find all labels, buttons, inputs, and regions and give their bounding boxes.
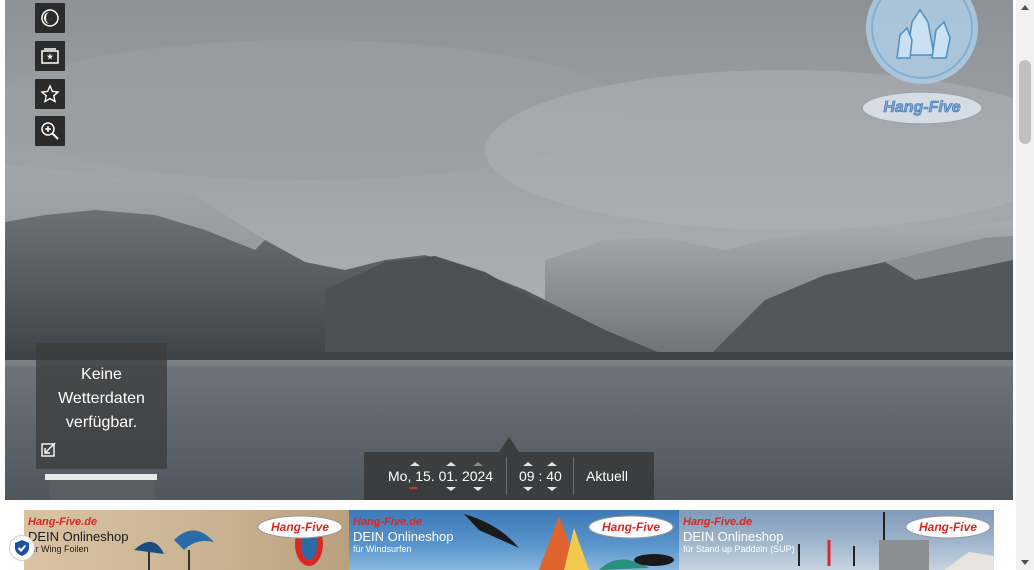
year[interactable]: 2024 <box>458 468 493 484</box>
ad-logo: Hang-Five <box>588 515 674 539</box>
ad-logo-text: Hang-Five <box>271 520 329 534</box>
datetime-notch <box>499 437 519 452</box>
ad-panel-sup[interactable]: Hang-Five.de DEIN Onlineshop für Stand u… <box>679 510 994 570</box>
ad-headline: DEIN Onlineshop <box>683 529 784 544</box>
hour-up-arrow[interactable] <box>523 462 533 466</box>
weather-message: Keine Wetterdaten verfügbar. <box>36 343 167 435</box>
current-button[interactable]: Aktuell <box>586 468 628 484</box>
year-up-arrow[interactable] <box>473 462 483 466</box>
month[interactable]: 01 <box>435 468 455 484</box>
ad-brand: Hang-Five.de <box>683 516 753 528</box>
hang-five-logo-text: Hang-Five <box>883 99 960 116</box>
favorite-button[interactable] <box>35 79 65 109</box>
expand-arrow-icon[interactable] <box>40 440 58 463</box>
privacy-badge[interactable] <box>9 535 35 561</box>
ad-logo-text: Hang-Five <box>602 520 660 534</box>
date-display: Mo, 15. 01. 2024 <box>388 468 493 484</box>
crystal-logo <box>862 0 982 91</box>
weather-line-3: verfügbar. <box>65 414 138 431</box>
history-button[interactable] <box>35 3 65 33</box>
divider <box>573 457 574 495</box>
divider <box>506 457 507 495</box>
minute-down-arrow[interactable] <box>547 487 557 491</box>
day-up-arrow[interactable] <box>410 462 420 466</box>
datetime-bar: Mo, 15. 01. 2024 09 : 40 Aktuell <box>364 452 654 500</box>
ad-headline: DEIN Onlineshop <box>28 529 129 544</box>
webcam-page: Keine Wetterdaten verfügbar. Mo, 15. 01.… <box>0 0 1034 570</box>
history-icon <box>41 9 59 27</box>
favorite-star-icon <box>40 84 60 103</box>
scroll-down-arrow-icon[interactable] <box>1021 560 1029 565</box>
weekday-day[interactable]: Mo, 15 <box>388 468 431 484</box>
year-down-arrow[interactable] <box>473 487 483 491</box>
day-selected-marker <box>409 487 417 489</box>
vertical-scrollbar[interactable] <box>1016 0 1034 570</box>
weather-line-2: Wetterdaten <box>58 390 145 407</box>
minute-up-arrow[interactable] <box>547 462 557 466</box>
ad-panel-windsurf[interactable]: Hang-Five.de DEIN Onlineshop für Windsur… <box>349 510 679 570</box>
ad-subline: für Wing Foilen <box>28 544 89 554</box>
weather-panel: Keine Wetterdaten verfügbar. <box>36 343 167 469</box>
ad-banner[interactable]: Hang-Five.de DEIN Onlineshop für Wing Fo… <box>24 510 994 570</box>
ad-headline: DEIN Onlineshop <box>353 529 454 544</box>
ad-brand: Hang-Five.de <box>28 516 98 528</box>
gallery-button[interactable] <box>35 41 65 71</box>
ad-brand: Hang-Five.de <box>353 516 423 528</box>
ad-panel-wing-foil[interactable]: Hang-Five.de DEIN Onlineshop für Wing Fo… <box>24 510 349 570</box>
month-up-arrow[interactable] <box>446 462 456 466</box>
zoom-in-icon <box>41 122 59 140</box>
month-down-arrow[interactable] <box>446 487 456 491</box>
zoom-in-button[interactable] <box>35 116 65 146</box>
hour[interactable]: 09 <box>519 468 535 484</box>
scroll-up-arrow-icon[interactable] <box>1021 5 1029 10</box>
ad-logo: Hang-Five <box>905 515 991 539</box>
shield-check-icon <box>15 540 29 556</box>
ad-subline: für Windsurfen <box>353 544 412 554</box>
weather-line-1: Keine <box>81 366 122 383</box>
time-colon: : <box>534 468 547 484</box>
gallery-icon <box>41 48 59 64</box>
ad-subline: für Stand up Paddeln (SUP) <box>683 544 795 554</box>
time-display: 09 : 40 <box>519 468 562 484</box>
scroll-thumb[interactable] <box>1019 60 1031 144</box>
ad-logo-text: Hang-Five <box>919 520 977 534</box>
minute[interactable]: 40 <box>546 468 562 484</box>
hang-five-logo: Hang-Five <box>860 90 984 131</box>
hour-down-arrow[interactable] <box>523 487 533 491</box>
ad-logo: Hang-Five <box>257 515 343 539</box>
